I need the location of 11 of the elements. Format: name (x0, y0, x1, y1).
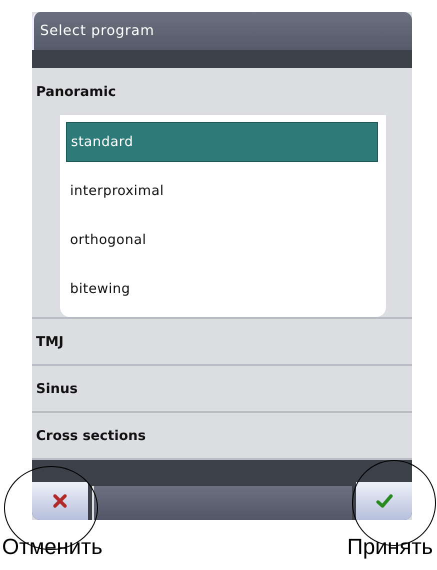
program-item[interactable]: standard (66, 122, 378, 162)
checkmark-icon (376, 493, 392, 509)
annotation-label: Отменить (2, 534, 103, 560)
program-item[interactable]: interproximal (66, 166, 378, 215)
program-item[interactable]: orthogonal (66, 215, 378, 264)
cancel-icon (52, 493, 68, 509)
window-title: Select program (32, 12, 412, 50)
accept-button[interactable] (356, 482, 412, 520)
annotation-label: Принять (347, 534, 433, 560)
cancel-button[interactable] (32, 482, 88, 520)
program-item[interactable]: bitewing (66, 264, 378, 313)
